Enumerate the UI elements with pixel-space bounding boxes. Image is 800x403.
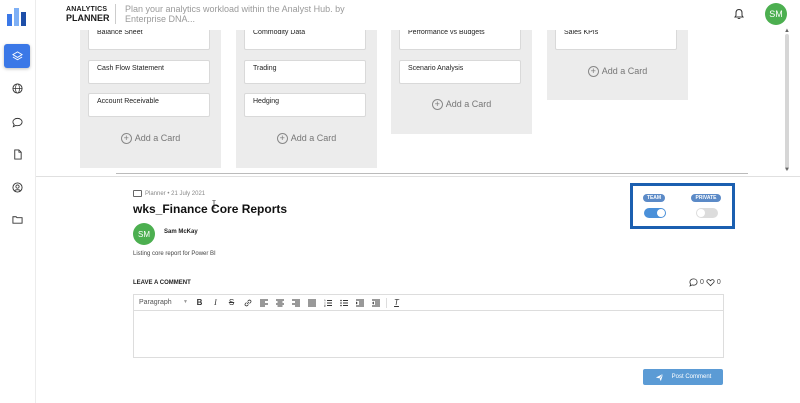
chat-icon — [11, 117, 23, 128]
board-column: Sales KPIs + Add a Card — [547, 30, 688, 100]
comment-count: 0 — [700, 279, 704, 286]
italic-icon[interactable]: I — [210, 298, 221, 308]
add-card-button[interactable]: + Add a Card — [236, 133, 377, 144]
bold-icon[interactable]: B — [194, 298, 205, 308]
top-header: ANALYTICS PLANNER Plan your analytics wo… — [36, 0, 800, 30]
card-balance-sheet[interactable]: Balance Sheet — [88, 30, 210, 50]
outdent-icon[interactable] — [370, 298, 381, 308]
indent-icon[interactable] — [354, 298, 365, 308]
layers-icon — [11, 50, 23, 60]
card-sales-kpis[interactable]: Sales KPIs — [555, 30, 677, 50]
align-justify-icon[interactable] — [306, 298, 317, 308]
toggle-knob — [697, 209, 705, 217]
add-card-button[interactable]: + Add a Card — [547, 66, 688, 77]
bell-icon[interactable] — [733, 8, 745, 20]
folder-icon — [11, 215, 23, 224]
scrollbar-thumb[interactable] — [785, 34, 789, 170]
card-account-receivable[interactable]: Account Receivable — [88, 93, 210, 117]
engagement-counts: 0 0 — [689, 278, 721, 287]
nav-documents[interactable] — [4, 142, 30, 166]
add-card-label: Add a Card — [290, 133, 337, 143]
heart-icon[interactable] — [706, 278, 715, 287]
clear-format-icon[interactable]: T — [391, 298, 402, 308]
private-badge: PRIVATE — [691, 194, 721, 202]
card-hedging[interactable]: Hedging — [244, 93, 366, 117]
plus-circle-icon: + — [431, 99, 443, 110]
plus-circle-icon: + — [587, 66, 599, 77]
app-logo[interactable] — [7, 8, 27, 26]
toolbar-divider — [386, 297, 387, 308]
card-title: wks_Finance Core Reports — [133, 202, 288, 216]
header-divider — [115, 4, 116, 24]
card-meta-text: Planner • 21 July 2021 — [145, 190, 206, 197]
card-cash-flow[interactable]: Cash Flow Statement — [88, 60, 210, 84]
nav-folders[interactable] — [4, 207, 30, 231]
plus-circle-icon: + — [276, 133, 288, 144]
planner-board: Balance Sheet Cash Flow Statement Accoun… — [36, 30, 790, 176]
add-card-label: Add a Card — [601, 66, 648, 76]
card-commodity-data[interactable]: Commodity Data — [244, 30, 366, 50]
chevron-down-icon: ▼ — [183, 299, 188, 305]
post-comment-button[interactable]: Post Comment — [643, 369, 723, 385]
horizontal-scrollbar[interactable] — [116, 173, 748, 174]
card-scenario-analysis[interactable]: Scenario Analysis — [399, 60, 521, 84]
comment-icon[interactable] — [689, 278, 698, 287]
editor-toolbar: Paragraph ▼ B I S T — [134, 295, 723, 311]
visibility-toggles: TEAM PRIVATE — [630, 183, 735, 229]
brand-logo-text[interactable]: ANALYTICS PLANNER — [66, 5, 110, 23]
card-meta: Planner • 21 July 2021 — [133, 190, 205, 197]
format-select-value: Paragraph — [139, 299, 172, 306]
nav-profile[interactable] — [4, 175, 30, 199]
sidebar — [0, 0, 36, 403]
like-count: 0 — [716, 279, 721, 286]
add-card-label: Add a Card — [134, 133, 181, 143]
owner-avatar: SM — [133, 223, 155, 245]
nav-planner[interactable] — [4, 44, 30, 68]
add-card-button[interactable]: + Add a Card — [80, 133, 221, 144]
toggle-knob — [657, 209, 665, 217]
nav-messages[interactable] — [4, 110, 30, 134]
comment-heading: LEAVE A COMMENT — [133, 280, 191, 286]
align-right-icon[interactable] — [290, 298, 301, 308]
send-icon — [655, 373, 663, 381]
comment-editor[interactable]: Paragraph ▼ B I S T — [133, 294, 724, 358]
card-icon — [133, 190, 142, 197]
align-left-icon[interactable] — [258, 298, 269, 308]
vertical-scrollbar[interactable]: ▲ ▼ — [782, 28, 792, 176]
align-center-icon[interactable] — [274, 298, 285, 308]
user-avatar[interactable]: SM — [765, 3, 787, 25]
team-toggle[interactable] — [644, 208, 666, 218]
owner-name: Sam McKay — [164, 229, 198, 235]
team-badge: TEAM — [643, 194, 665, 202]
plus-circle-icon: + — [120, 133, 132, 144]
card-description: Listing core report for Power BI — [133, 251, 216, 257]
strikethrough-icon[interactable]: S — [226, 298, 237, 308]
nav-globe[interactable] — [4, 76, 30, 100]
scroll-down-icon[interactable]: ▼ — [784, 167, 790, 173]
private-toggle[interactable] — [696, 208, 718, 218]
panel-divider — [36, 176, 800, 177]
post-comment-label: Post Comment — [671, 374, 712, 380]
text-cursor-icon — [212, 200, 216, 209]
user-circle-icon — [11, 181, 23, 193]
brand-line2: PLANNER — [66, 13, 110, 23]
link-icon[interactable] — [242, 298, 253, 308]
format-select[interactable]: Paragraph ▼ — [134, 299, 194, 306]
board-column: Commodity Data Trading Hedging + Add a Ca… — [236, 30, 377, 168]
globe-icon — [11, 82, 23, 94]
board-column: Performance vs Budgets Scenario Analysis… — [391, 30, 532, 134]
header-tagline: Plan your analytics workload within the … — [125, 4, 345, 24]
card-performance-vs-budgets[interactable]: Performance vs Budgets — [399, 30, 521, 50]
bullet-list-icon[interactable] — [338, 298, 349, 308]
document-icon — [13, 148, 22, 160]
add-card-button[interactable]: + Add a Card — [391, 99, 532, 110]
ordered-list-icon[interactable] — [322, 298, 333, 308]
card-trading[interactable]: Trading — [244, 60, 366, 84]
board-column: Balance Sheet Cash Flow Statement Accoun… — [80, 30, 221, 168]
add-card-label: Add a Card — [445, 99, 492, 109]
